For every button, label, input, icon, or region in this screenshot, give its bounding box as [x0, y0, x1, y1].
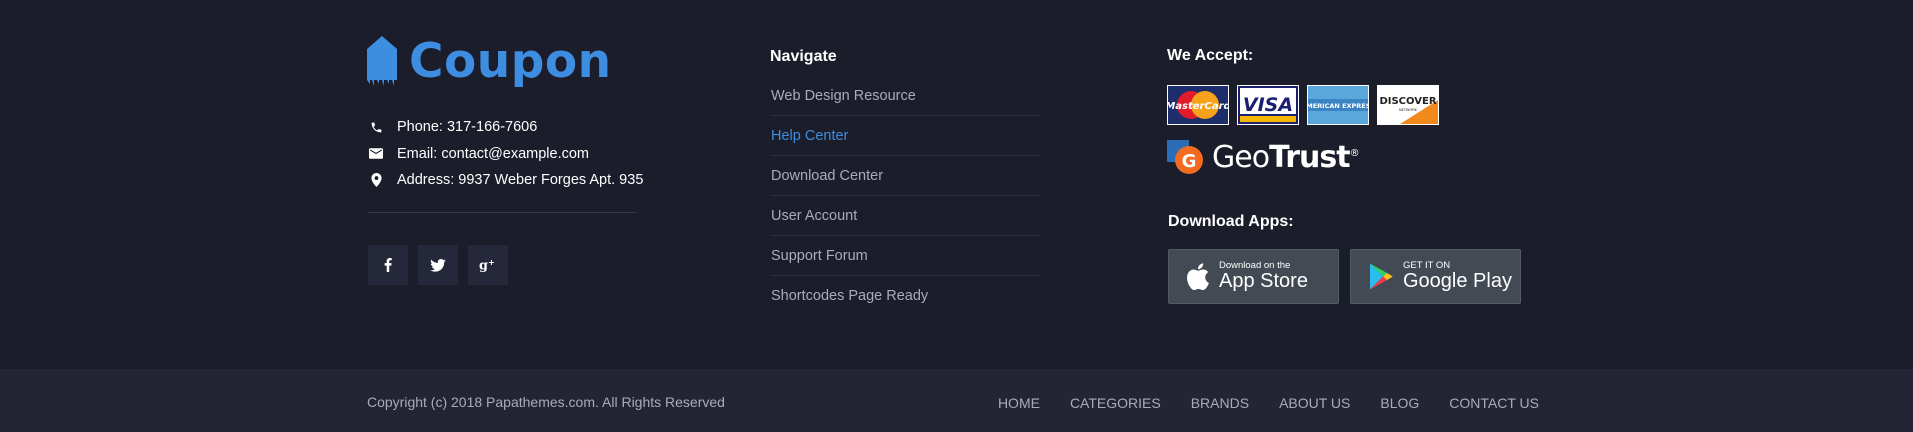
navigate-heading: Navigate [770, 48, 837, 65]
download-apps-heading: Download Apps: [1168, 213, 1294, 230]
google-play-button[interactable]: GET IT ON Google Play [1350, 249, 1521, 304]
svg-text:g: g [479, 259, 488, 273]
nav-link-support-forum[interactable]: Support Forum [771, 236, 1041, 276]
contact-phone: Phone: 317-166-7606 [368, 114, 643, 140]
coupon-tag-icon [367, 36, 397, 86]
svg-text:MasterCard: MasterCard [1168, 101, 1228, 112]
contact-email: Email: contact@example.com [368, 141, 643, 167]
footer-bottom-bar [0, 369, 1913, 432]
bottom-nav-home[interactable]: HOME [998, 395, 1040, 411]
geotrust-mark-icon: G [1167, 140, 1203, 174]
bottom-nav-brands[interactable]: BRANDS [1191, 395, 1249, 411]
app-store-button[interactable]: Download on the App Store [1168, 249, 1339, 304]
google-play-big-text: Google Play [1403, 269, 1512, 292]
email-text[interactable]: Email: contact@example.com [397, 146, 589, 162]
geotrust-wordmark: GeoTrust® [1212, 140, 1360, 175]
mastercard-logo: MasterCard [1167, 85, 1229, 125]
navigate-list: Web Design Resource Help Center Download… [771, 76, 1041, 316]
svg-text:NETWORK: NETWORK [1399, 108, 1418, 112]
nav-link-download-center[interactable]: Download Center [771, 156, 1041, 196]
svg-text:G: G [1182, 151, 1197, 172]
bottom-nav-contact-us[interactable]: CONTACT US [1449, 395, 1539, 411]
footer-main: Coupon Phone: 317-166-7606 Email: contac… [0, 0, 1913, 369]
social-links: g + [368, 245, 518, 285]
facebook-icon [384, 258, 392, 272]
svg-text:DISCOVER: DISCOVER [1379, 96, 1436, 107]
contact-address: Address: 9937 Weber Forges Apt. 935 [368, 167, 643, 193]
payment-cards: MasterCard VISA AMERICAN EXPRESS DISCOVE… [1167, 85, 1447, 125]
contact-info: Phone: 317-166-7606 Email: contact@examp… [368, 114, 643, 194]
apple-icon [1187, 263, 1209, 290]
nav-link-web-design-resource[interactable]: Web Design Resource [771, 76, 1041, 116]
bottom-nav-categories[interactable]: CATEGORIES [1070, 395, 1161, 411]
nav-link-help-center[interactable]: Help Center [771, 116, 1041, 156]
app-store-buttons: Download on the App Store GET IT ON Goog… [1168, 249, 1532, 304]
brand-logo[interactable]: Coupon [367, 35, 612, 87]
app-store-big-text: App Store [1219, 269, 1308, 292]
google-plus-icon: g + [479, 258, 495, 273]
american-express-logo: AMERICAN EXPRESS [1307, 85, 1369, 125]
discover-logo: DISCOVER NETWORK [1377, 85, 1439, 125]
phone-icon [368, 119, 384, 135]
nav-link-shortcodes[interactable]: Shortcodes Page Ready [771, 276, 1041, 316]
facebook-button[interactable] [368, 245, 408, 285]
svg-text:VISA: VISA [1243, 94, 1293, 116]
phone-text: Phone: 317-166-7606 [397, 119, 538, 135]
copyright-text: Copyright (c) 2018 Papathemes.com. All R… [367, 394, 725, 410]
location-pin-icon [368, 172, 384, 188]
nav-link-user-account[interactable]: User Account [771, 196, 1041, 236]
we-accept-heading: We Accept: [1167, 47, 1254, 64]
bottom-nav-about-us[interactable]: ABOUT US [1279, 395, 1350, 411]
address-text: Address: 9937 Weber Forges Apt. 935 [397, 172, 644, 188]
bottom-nav-blog[interactable]: BLOG [1380, 395, 1419, 411]
divider [368, 212, 637, 213]
twitter-icon [430, 258, 446, 272]
brand-name: Coupon [409, 33, 612, 89]
google-play-icon [1370, 263, 1393, 290]
email-icon [368, 146, 384, 162]
svg-text:AMERICAN EXPRESS: AMERICAN EXPRESS [1308, 102, 1368, 110]
geotrust-logo: G GeoTrust® [1167, 140, 1360, 175]
google-plus-button[interactable]: g + [468, 245, 508, 285]
svg-text:+: + [488, 258, 495, 267]
twitter-button[interactable] [418, 245, 458, 285]
bottom-nav: HOME CATEGORIES BRANDS ABOUT US BLOG CON… [968, 395, 1539, 411]
visa-logo: VISA [1237, 85, 1299, 125]
